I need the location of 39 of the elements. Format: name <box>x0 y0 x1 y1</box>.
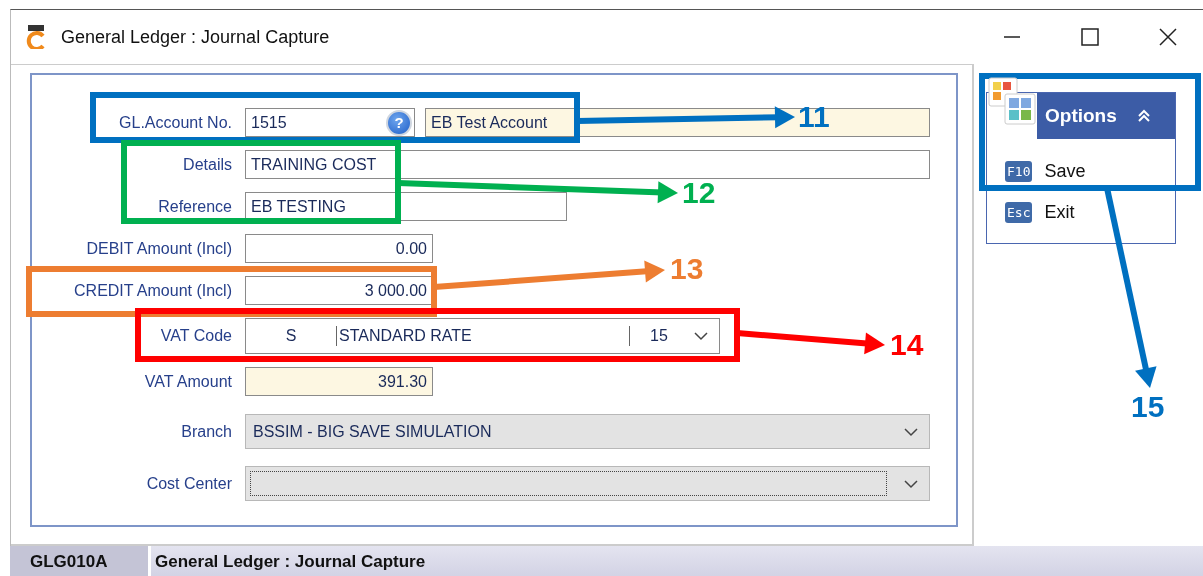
app-logo-icon <box>25 25 47 49</box>
close-icon[interactable] <box>1159 28 1177 46</box>
callout-number: 13 <box>670 252 704 286</box>
dropdown[interactable] <box>245 466 930 501</box>
field-label: CREDIT Amount (Incl) <box>73 281 233 300</box>
field-label: Branch <box>180 422 233 441</box>
field-label: DEBIT Amount (Incl) <box>85 239 233 258</box>
chevron-down-icon <box>693 331 709 341</box>
vat-code-dropdown[interactable]: S STANDARD RATE 15 <box>245 318 720 354</box>
collapse-icon[interactable] <box>1136 109 1151 123</box>
menu-item[interactable]: Exit <box>1044 202 1075 223</box>
callout-number: 15 <box>1131 390 1165 424</box>
amount-field[interactable]: 3 000.00 <box>245 276 433 305</box>
amount-field: 391.30 <box>245 367 433 396</box>
key-badge: Esc <box>1005 202 1033 223</box>
account-field[interactable]: 1515 ? <box>245 108 415 137</box>
menu-item[interactable]: Save <box>1044 161 1086 182</box>
window-title: General Ledger : Journal Capture <box>61 26 330 48</box>
status-code: GLG010A <box>10 546 151 576</box>
tiles-icon <box>988 77 1038 127</box>
chevron-down-icon <box>903 426 919 437</box>
field-label: VAT Amount <box>143 372 233 391</box>
maximize-icon[interactable] <box>1081 28 1099 46</box>
text-field[interactable]: TRAINING COST <box>245 150 930 179</box>
text-field[interactable]: EB TESTING <box>245 192 567 221</box>
options-header[interactable]: Options <box>1037 93 1175 139</box>
callout-number: 12 <box>682 176 716 210</box>
callout-number: 11 <box>798 100 830 134</box>
field-label: GL.Account No. <box>118 113 233 132</box>
dropdown[interactable]: BSSIM - BIG SAVE SIMULATION <box>245 414 930 449</box>
chevron-down-icon <box>903 478 919 489</box>
field-label: VAT Code <box>159 327 233 345</box>
field-label: Reference <box>157 197 233 216</box>
field-label: Cost Center <box>145 474 233 493</box>
field-label: Details <box>182 155 233 174</box>
amount-field[interactable]: 0.00 <box>245 234 433 263</box>
status-text: General Ledger : Journal Capture <box>154 550 426 573</box>
key-badge: F10 <box>1005 161 1033 182</box>
callout-number: 14 <box>890 328 924 362</box>
